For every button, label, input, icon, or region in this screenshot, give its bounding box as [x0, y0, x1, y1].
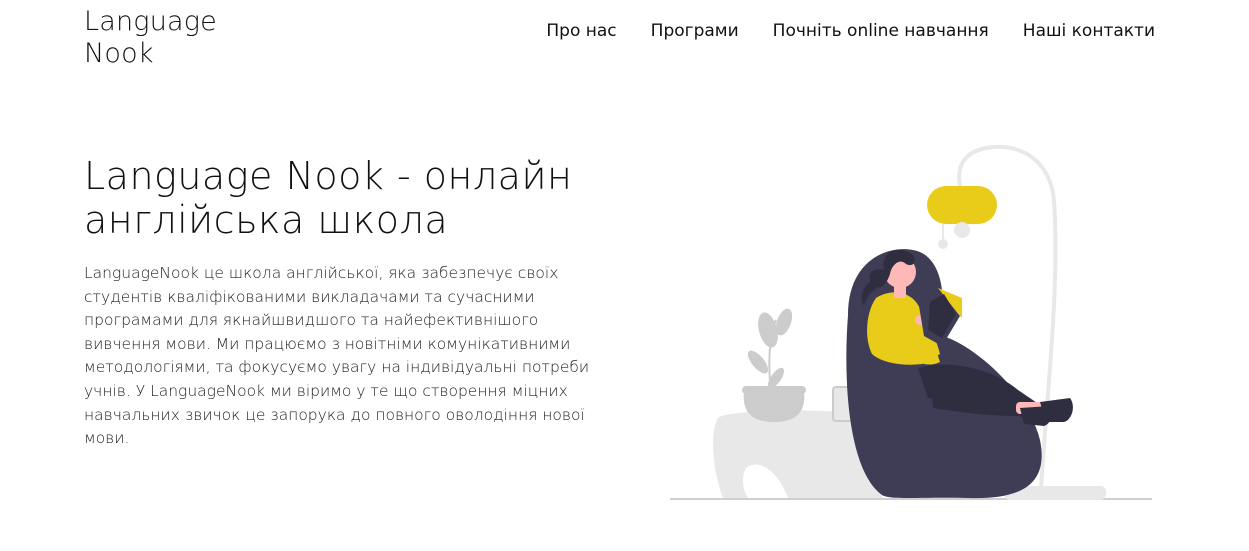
- woman-reading-illustration: [670, 144, 1152, 500]
- hero-description: LanguageNook це школа англійської, яка з…: [84, 264, 590, 448]
- nav-link-start-online[interactable]: Почніть online навчання: [773, 19, 989, 43]
- nav-link-about[interactable]: Про нас: [546, 19, 616, 43]
- main-nav: Про нас Програми Почніть online навчання…: [546, 19, 1155, 43]
- nav-link-contacts[interactable]: Наші контакти: [1023, 19, 1155, 43]
- lamp-shade: [927, 186, 997, 249]
- site-logo[interactable]: Language Nook: [84, 6, 217, 70]
- nav-link-programs[interactable]: Програми: [651, 19, 739, 43]
- page: Language Nook Про нас Програми Почніть o…: [0, 0, 1249, 551]
- hero-title: Language Nook - онлайн англійська школа: [84, 154, 573, 242]
- potted-plant: [742, 308, 806, 422]
